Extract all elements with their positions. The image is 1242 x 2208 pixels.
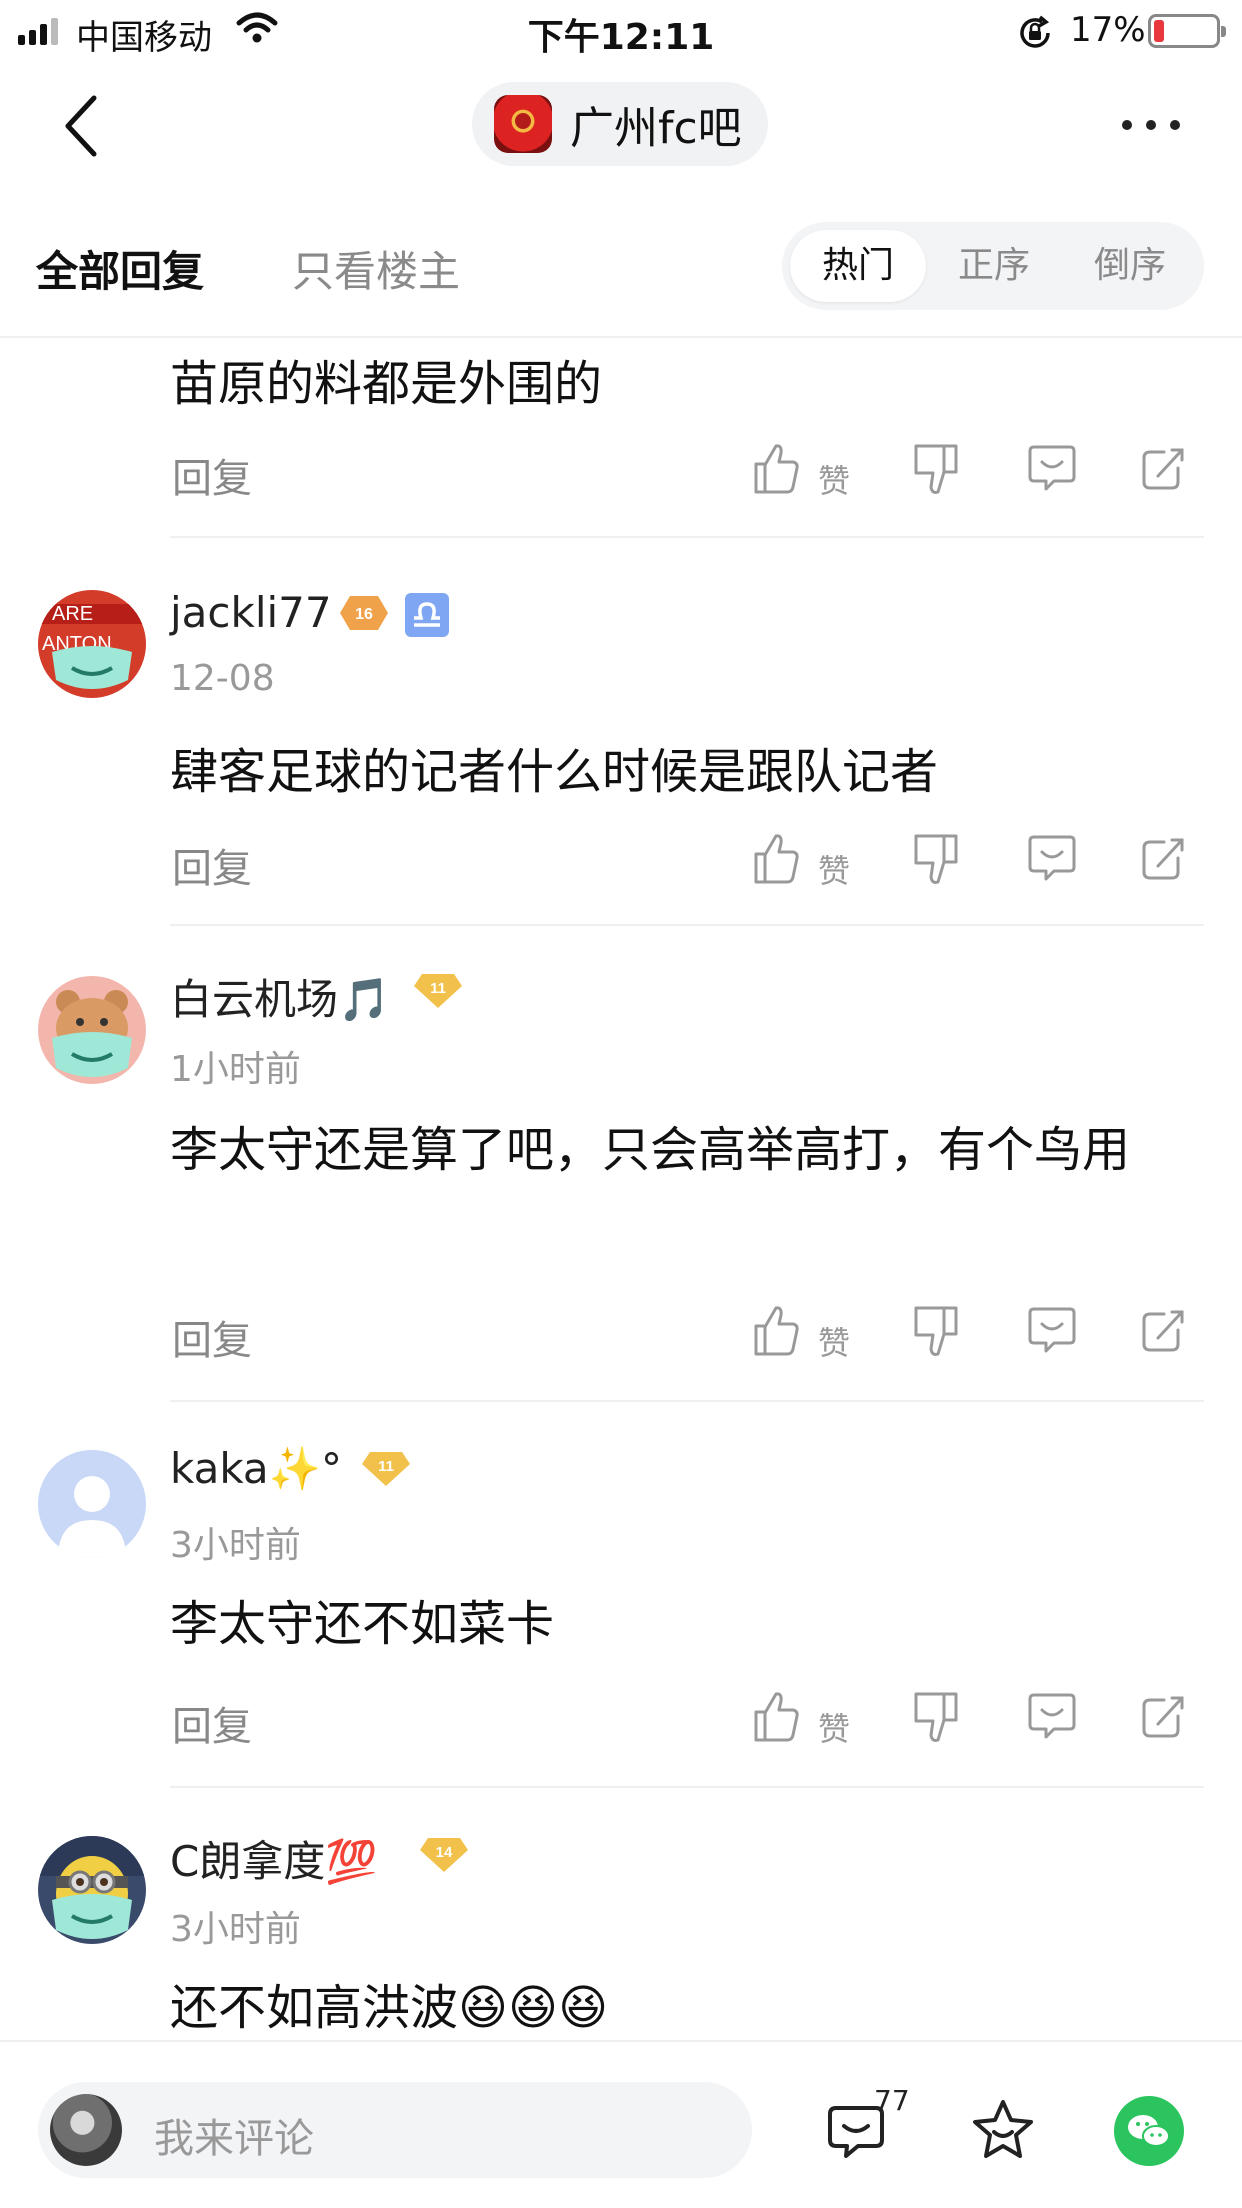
sort-desc-button[interactable]: 倒序 (1062, 230, 1198, 302)
comment-input[interactable]: 我来评论 (38, 2082, 752, 2178)
sort-hot-button[interactable]: 热门 (790, 230, 926, 302)
like-label: 赞 (818, 1710, 851, 1748)
comment-item: 白云机场🎵 11 1小时前 李太守还是算了吧，只会高举高打，有个鸟用 回复 赞 (0, 926, 1242, 1402)
comment-content: 肆客足球的记者什么时候是跟队记者 (170, 744, 939, 800)
level-badge-icon: 14 (418, 1836, 470, 1874)
level-number: 11 (378, 1458, 394, 1475)
my-avatar (50, 2094, 122, 2166)
username[interactable]: kaka✨° (170, 1444, 342, 1494)
comment-actions: 赞 (752, 832, 1202, 896)
reply-button[interactable]: 回复 (172, 1694, 252, 1752)
forum-name: 广州fc吧 (570, 103, 742, 154)
rotation-lock-icon (1016, 14, 1054, 56)
like-icon[interactable] (752, 1690, 800, 1748)
comment-item: kaka✨° 11 3小时前 李太守还不如菜卡 回复 赞 (0, 1402, 1242, 1788)
reply-button[interactable]: 回复 (172, 446, 252, 504)
reply-button[interactable]: 回复 (172, 836, 252, 894)
avatar[interactable] (38, 976, 146, 1084)
like-label: 赞 (818, 462, 851, 500)
status-bar: 中国移动 下午12:11 17% (0, 0, 1242, 62)
username[interactable]: C朗拿度💯 (170, 1828, 378, 1889)
comment-content: 苗原的料都是外围的 (170, 356, 603, 412)
comment-item: ARE ANTON jackli77 16 12-08 肆客足球的记者什么时候是跟… (0, 538, 1242, 926)
comment-time: 1小时前 (170, 1049, 301, 1090)
bottom-bar: 我来评论 77 (0, 2040, 1242, 2208)
comment-count: 77 (874, 2084, 910, 2117)
dislike-icon[interactable] (912, 1690, 960, 1748)
like-icon[interactable] (752, 832, 800, 890)
level-badge-icon: 16 (338, 594, 390, 632)
nav-bar: 广州fc吧 (0, 62, 1242, 192)
like-label: 赞 (818, 1324, 851, 1362)
username[interactable]: 白云机场🎵 (170, 966, 390, 1027)
battery-fill (1154, 20, 1164, 42)
like-icon[interactable] (752, 442, 800, 500)
tab-all-replies[interactable]: 全部回复 (36, 238, 204, 299)
comment-icon[interactable] (1026, 832, 1078, 890)
level-number: 14 (436, 1844, 453, 1861)
avatar[interactable]: ARE ANTON (38, 590, 146, 698)
avatar[interactable] (38, 1836, 146, 1944)
battery-percent: 17% (1070, 10, 1146, 50)
share-icon[interactable] (1140, 442, 1188, 500)
comment-icon[interactable] (1026, 442, 1078, 500)
comment-actions: 赞 (752, 1690, 1202, 1754)
level-number: 11 (430, 980, 446, 997)
share-icon[interactable] (1140, 1304, 1188, 1362)
dislike-icon[interactable] (912, 832, 960, 890)
sort-toggle: 热门 正序 倒序 (782, 222, 1204, 310)
comment-placeholder: 我来评论 (154, 2116, 314, 2162)
clock: 下午12:11 (527, 17, 715, 58)
level-badge-icon: 11 (412, 972, 464, 1010)
dislike-icon[interactable] (912, 1304, 960, 1362)
forum-title-pill[interactable]: 广州fc吧 (472, 82, 768, 166)
back-icon[interactable] (62, 94, 102, 162)
comment-actions: 赞 (752, 1304, 1202, 1368)
like-icon[interactable] (752, 1304, 800, 1362)
libra-icon (404, 592, 450, 638)
comment-time: 12-08 (170, 658, 275, 699)
battery-icon (1148, 14, 1226, 48)
comment-content: 还不如高洪波😆😆😆 (170, 1980, 609, 2036)
more-icon[interactable] (1122, 120, 1180, 130)
star-icon[interactable] (970, 2098, 1036, 2166)
wechat-icon[interactable] (1114, 2096, 1184, 2166)
filter-bar: 全部回复 只看楼主 热门 正序 倒序 (0, 192, 1242, 338)
tab-op-only[interactable]: 只看楼主 (292, 238, 460, 299)
reply-button[interactable]: 回复 (172, 1308, 252, 1366)
comment-content: 李太守还是算了吧，只会高举高打，有个鸟用 (170, 1122, 1131, 1178)
avatar[interactable] (38, 1450, 146, 1558)
username[interactable]: jackli77 (170, 588, 332, 637)
comment-time: 3小时前 (170, 1525, 301, 1566)
like-label: 赞 (818, 852, 851, 890)
forum-logo (494, 95, 552, 153)
dislike-icon[interactable] (912, 442, 960, 500)
comment-icon[interactable] (1026, 1690, 1078, 1748)
comment-actions: 赞 (752, 442, 1202, 506)
level-badge-icon: 11 (360, 1450, 412, 1488)
svg-text:ARE: ARE (52, 603, 93, 625)
comment-content: 李太守还不如菜卡 (170, 1596, 555, 1652)
comment-time: 3小时前 (170, 1909, 301, 1950)
sort-asc-button[interactable]: 正序 (926, 230, 1062, 302)
comment-icon[interactable] (1026, 1304, 1078, 1362)
comment-item: C朗拿度💯 14 3小时前 还不如高洪波😆😆😆 (0, 1788, 1242, 2040)
level-number: 16 (355, 606, 373, 623)
share-icon[interactable] (1140, 1690, 1188, 1748)
comment-item: 苗原的料都是外围的 回复 赞 (0, 338, 1242, 538)
share-icon[interactable] (1140, 832, 1188, 890)
